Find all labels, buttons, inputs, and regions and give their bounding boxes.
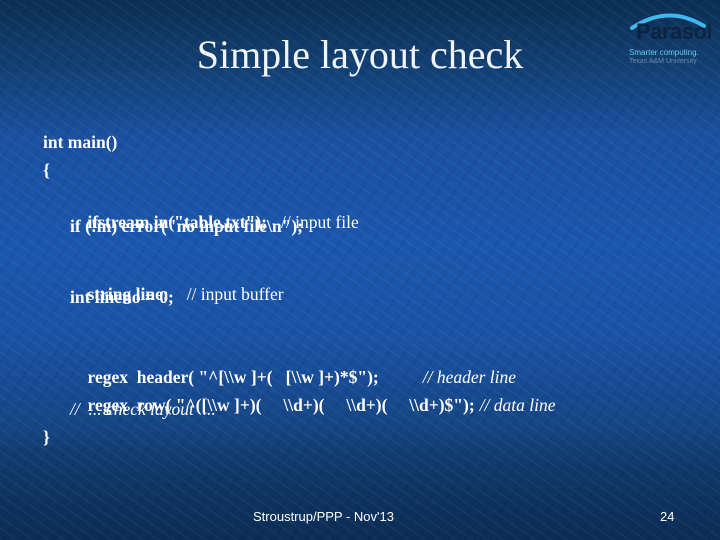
page-number: 24 [660,509,675,524]
code-line: ifstream in("table.txt");// input file [70,186,359,232]
code-line: if (!in) error("no input file\n"); [70,216,303,236]
logo-subtag: Texas A&M University [629,58,697,65]
code-line: } [43,427,50,447]
code-line: regex header( "^[\\w ]+( [\\w ]+)*$");//… [70,341,517,387]
footer-text: Stroustrup/PPP - Nov'13 [253,509,394,524]
code-line: int main() [43,132,118,152]
code-line: string line;// input buffer [70,258,284,304]
code-comment: // data line [479,395,556,415]
code-comment: // input buffer [186,284,284,304]
logo-tagline: Smarter computing. [629,48,699,57]
code-comment-line: // ... check layout ... [70,399,216,419]
code-line: regex row( "^([\\w ]+)( \\d+)( \\d+)( \\… [70,369,556,415]
code-line: int lineno = 0; [70,287,174,307]
parasol-logo: Parasol Smarter computing. Texas A&M Uni… [622,8,714,70]
logo-wordmark: Parasol [636,19,713,44]
slide-title: Simple layout check [196,32,524,77]
code-line: { [43,160,50,180]
